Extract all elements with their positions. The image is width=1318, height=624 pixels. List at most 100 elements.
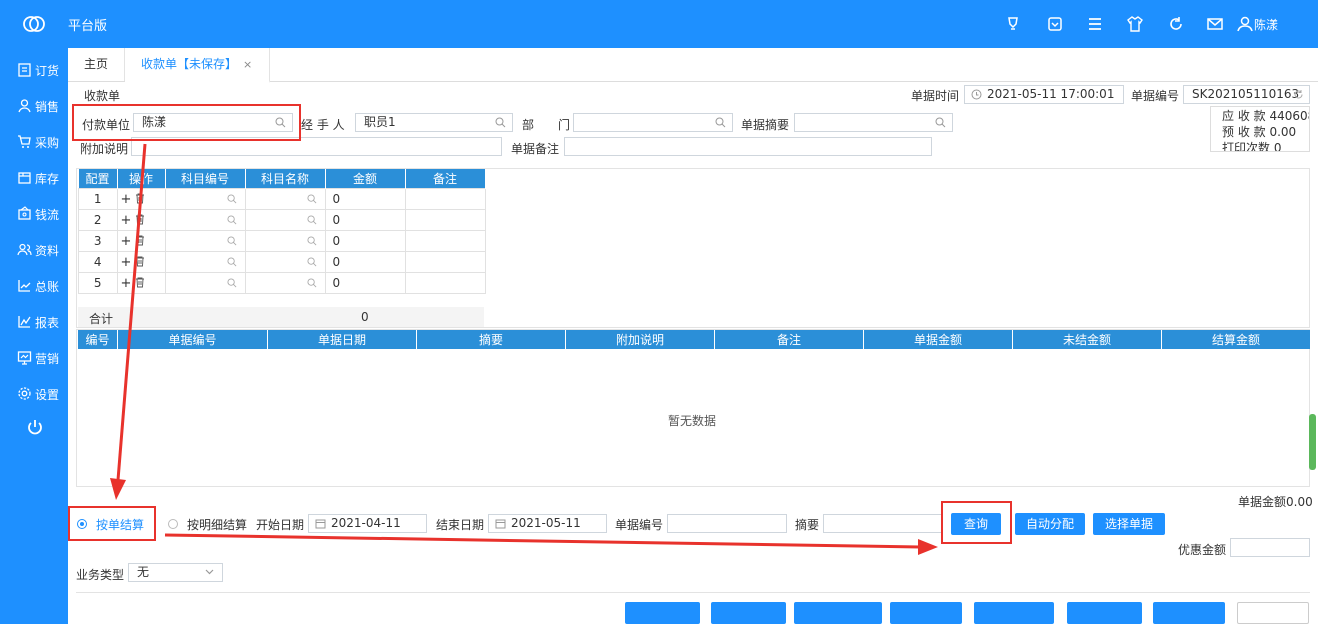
sidebar-item-order[interactable]: 订货: [0, 51, 68, 87]
row-number: 1: [78, 188, 118, 210]
account-no-cell[interactable]: [164, 209, 246, 231]
account-no-cell[interactable]: [164, 272, 246, 294]
account-name-cell[interactable]: [244, 209, 326, 231]
sidebar-item-settings[interactable]: 设置: [0, 375, 68, 411]
amount-cell[interactable]: 0: [324, 272, 406, 294]
bulb-icon[interactable]: [1004, 15, 1022, 33]
remark-cell[interactable]: [404, 272, 486, 294]
power-icon[interactable]: [26, 418, 44, 436]
end-date-field[interactable]: 2021-05-11: [488, 514, 607, 533]
add-row-icon[interactable]: +: [121, 255, 132, 270]
action-button-2[interactable]: [711, 602, 786, 624]
remark-cell[interactable]: [404, 230, 486, 252]
total-value: 0: [361, 310, 369, 324]
mail-icon[interactable]: [1206, 15, 1224, 33]
action-button-8[interactable]: [1237, 602, 1309, 624]
auto-allocate-button[interactable]: 自动分配: [1015, 513, 1085, 535]
amount-cell[interactable]: 0: [324, 251, 406, 273]
trash-icon[interactable]: [135, 256, 145, 267]
trash-icon[interactable]: [135, 193, 145, 204]
action-button-5[interactable]: [974, 602, 1054, 624]
row-actions: +: [116, 209, 166, 231]
action-button-4[interactable]: [890, 602, 962, 624]
account-name-cell[interactable]: [244, 251, 326, 273]
doc-no-field[interactable]: SK202105110163: [1183, 85, 1310, 104]
amount-cell[interactable]: 0: [324, 230, 406, 252]
trash-icon[interactable]: [135, 277, 145, 288]
tab-home[interactable]: 主页: [68, 48, 125, 81]
action-button-1[interactable]: [625, 602, 700, 624]
user-name[interactable]: 陈漾: [1254, 16, 1278, 33]
close-icon[interactable]: ×: [243, 48, 252, 81]
tab-receipt-unsaved[interactable]: 收款单【未保存】 ×: [125, 48, 270, 83]
remark-field[interactable]: [564, 137, 932, 156]
account-name-cell[interactable]: [244, 230, 326, 252]
user-icon[interactable]: [1236, 15, 1254, 33]
download-icon[interactable]: [1046, 15, 1064, 33]
sidebar-item-cashflow[interactable]: 钱流: [0, 195, 68, 231]
trash-icon[interactable]: [135, 214, 145, 225]
action-button-7[interactable]: [1153, 602, 1225, 624]
search-icon[interactable]: [495, 117, 506, 128]
account-no-cell[interactable]: [164, 230, 246, 252]
col-remark: 备注: [714, 330, 864, 349]
search-icon[interactable]: [226, 278, 237, 288]
start-date-field[interactable]: 2021-04-11: [308, 514, 427, 533]
add-row-icon[interactable]: +: [121, 213, 132, 228]
wallet-icon: [18, 206, 31, 220]
amount-cell[interactable]: 0: [324, 188, 406, 210]
sidebar-item-inventory[interactable]: 库存: [0, 159, 68, 195]
sidebar-item-marketing[interactable]: 营销: [0, 339, 68, 375]
add-row-icon[interactable]: +: [121, 276, 132, 291]
sidebar-item-data[interactable]: 资料: [0, 231, 68, 267]
shirt-icon[interactable]: [1126, 15, 1144, 33]
abstract-filter-field[interactable]: [823, 514, 943, 533]
table-row: 3 +0: [78, 230, 486, 252]
select-doc-button[interactable]: 选择单据: [1093, 513, 1165, 535]
abstract-field[interactable]: [794, 113, 953, 132]
biz-type-select[interactable]: 无: [128, 563, 223, 582]
calendar-icon: [315, 519, 326, 529]
account-name-cell[interactable]: [244, 272, 326, 294]
search-icon[interactable]: [226, 215, 237, 225]
search-icon[interactable]: [226, 257, 237, 267]
remark-cell[interactable]: [404, 251, 486, 273]
add-row-icon[interactable]: +: [121, 234, 132, 249]
account-no-cell[interactable]: [164, 188, 246, 210]
sidebar-item-purchase[interactable]: 采购: [0, 123, 68, 159]
sidebar: 订货 销售 采购 库存 钱流 资料 总账 报表 营销 设置: [0, 48, 68, 624]
table-row: 1 +0: [78, 188, 486, 210]
sidebar-item-report[interactable]: 报表: [0, 303, 68, 339]
menu-icon[interactable]: [1086, 15, 1104, 33]
doc-time-field[interactable]: 2021-05-11 17:00:01: [964, 85, 1124, 104]
radio-by-detail-label[interactable]: 按明细结算: [187, 516, 247, 533]
sidebar-item-sales[interactable]: 销售: [0, 87, 68, 123]
search-icon[interactable]: [306, 257, 317, 267]
search-icon[interactable]: [306, 236, 317, 246]
action-button-3[interactable]: [794, 602, 882, 624]
doc-no-filter-field[interactable]: [667, 514, 787, 533]
search-icon[interactable]: [306, 278, 317, 288]
discount-field[interactable]: [1230, 538, 1310, 557]
remark-cell[interactable]: [404, 188, 486, 210]
scrollbar-thumb[interactable]: [1309, 414, 1316, 470]
search-icon[interactable]: [306, 215, 317, 225]
sidebar-item-ledger[interactable]: 总账: [0, 267, 68, 303]
dept-field[interactable]: [573, 113, 733, 132]
account-name-cell[interactable]: [244, 188, 326, 210]
add-row-icon[interactable]: +: [121, 192, 132, 207]
search-icon[interactable]: [226, 236, 237, 246]
search-icon[interactable]: [226, 194, 237, 204]
action-button-6[interactable]: [1067, 602, 1142, 624]
refresh-icon[interactable]: [1167, 15, 1185, 33]
handler-field[interactable]: 职员1: [355, 113, 513, 132]
refresh-icon[interactable]: [1293, 89, 1304, 100]
radio-by-detail[interactable]: [168, 519, 178, 529]
remark-cell[interactable]: [404, 209, 486, 231]
search-icon[interactable]: [935, 117, 946, 128]
search-icon[interactable]: [306, 194, 317, 204]
trash-icon[interactable]: [135, 235, 145, 246]
account-no-cell[interactable]: [164, 251, 246, 273]
amount-cell[interactable]: 0: [324, 209, 406, 231]
search-icon[interactable]: [715, 117, 726, 128]
